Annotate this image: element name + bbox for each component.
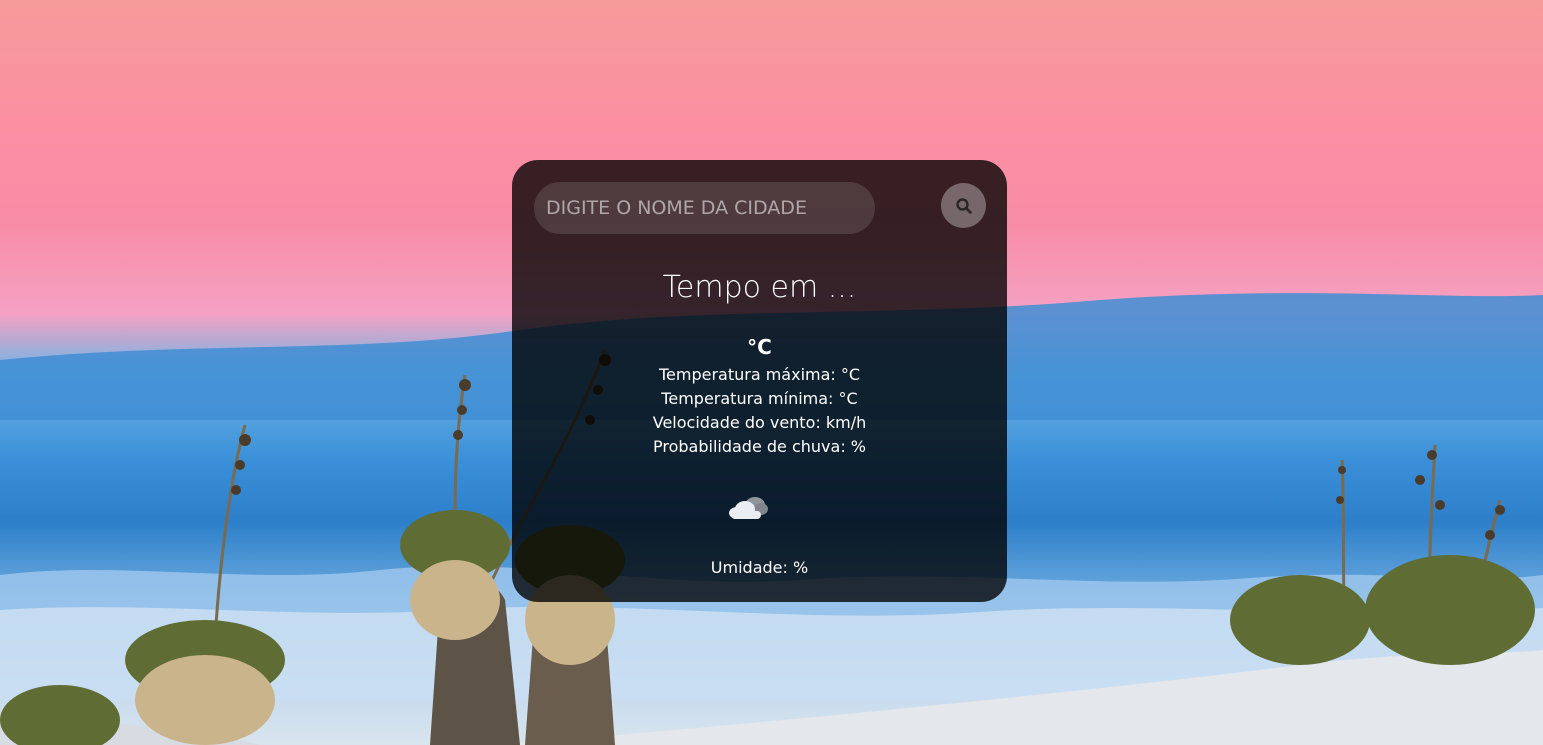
search-icon (955, 197, 972, 214)
weather-card: Tempo em ... °C Temperatura máxima: °C T… (512, 160, 1007, 602)
city-search-input[interactable] (534, 182, 875, 234)
weather-details: Temperatura máxima: °C Temperatura mínim… (512, 363, 1007, 459)
search-bar (534, 182, 986, 234)
rain-probability: Probabilidade de chuva: % (653, 437, 866, 456)
current-temperature: °C (747, 335, 772, 359)
search-button[interactable] (941, 183, 986, 228)
min-temperature: Temperatura mínima: °C (661, 389, 858, 408)
cloud-icon (729, 497, 768, 519)
city-title: Tempo em ... (662, 270, 857, 305)
humidity: Umidade: % (710, 558, 809, 577)
max-temperature: Temperatura máxima: °C (658, 365, 861, 384)
wind-speed: Velocidade do vento: km/h (652, 413, 867, 432)
